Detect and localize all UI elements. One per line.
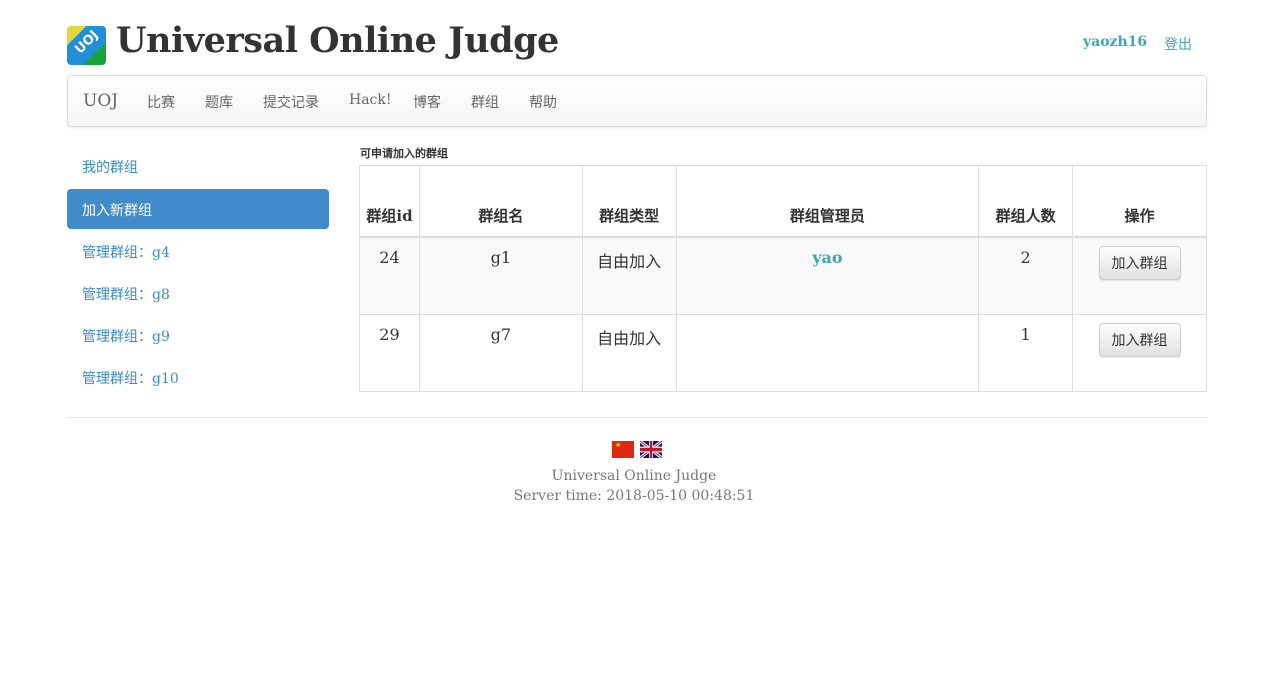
group-type-cell: 自由加入 [581, 236, 677, 315]
table-row: 29 g7 自由加入 1 加入群组 [359, 314, 1207, 392]
column-header-members: 群组人数 [978, 165, 1074, 238]
logout-link[interactable]: 登出 [1164, 34, 1192, 54]
column-header-name: 群组名 [418, 165, 583, 238]
logo-text: UOJ [72, 27, 102, 58]
group-id-cell: 29 [359, 314, 420, 392]
nav-item-problems[interactable]: 题库 [205, 92, 233, 112]
sidebar-item-manage-g4[interactable]: 管理群组：g4 [67, 231, 329, 271]
nav-item-help[interactable]: 帮助 [529, 92, 557, 112]
admin-user-link[interactable]: yao [812, 248, 842, 267]
group-action-cell: 加入群组 [1072, 314, 1207, 392]
join-group-button[interactable]: 加入群组 [1098, 246, 1181, 280]
footer-site-name: Universal Online Judge [551, 468, 717, 484]
nav-item-contests[interactable]: 比赛 [147, 92, 175, 112]
sidebar-item-manage-g8[interactable]: 管理群组：g8 [67, 273, 329, 313]
nav-item-hack[interactable]: Hack! [349, 92, 392, 108]
table-header-row: 群组id 群组名 群组类型 群组管理员 群组人数 操作 [359, 165, 1207, 238]
site-header: UOJ Universal Online Judge yaozh16 登出 [67, 20, 1207, 66]
group-name-cell: g1 [418, 236, 583, 315]
footer-server-time: Server time: 2018-05-10 00:48:51 [513, 488, 755, 504]
sidebar-item-my-groups[interactable]: 我的群组 [67, 146, 329, 186]
group-admin-cell [675, 314, 980, 392]
username-link[interactable]: yaozh16 [1083, 34, 1147, 50]
groups-table: 群组id 群组名 群组类型 群组管理员 群组人数 操作 24 g1 自由加入 y… [359, 165, 1207, 392]
site-title[interactable]: Universal Online Judge [116, 20, 559, 61]
group-type-cell: 自由加入 [581, 314, 677, 392]
navbar-brand[interactable]: UOJ [83, 91, 118, 111]
group-name-cell: g7 [418, 314, 583, 392]
group-members-cell: 1 [978, 314, 1074, 392]
table-row: 24 g1 自由加入 yao 2 加入群组 [359, 236, 1207, 315]
sidebar-item-manage-g9[interactable]: 管理群组：g9 [67, 315, 329, 355]
column-header-id: 群组id [359, 165, 420, 238]
section-title: 可申请加入的群组 [360, 147, 448, 160]
nav-item-blogs[interactable]: 博客 [413, 92, 441, 112]
sidebar-item-join-new-group[interactable]: 加入新群组 [67, 189, 329, 229]
nav-item-groups[interactable]: 群组 [471, 92, 499, 112]
join-group-button[interactable]: 加入群组 [1098, 323, 1181, 357]
group-id-cell: 24 [359, 236, 420, 315]
group-action-cell: 加入群组 [1072, 236, 1207, 315]
nav-item-submissions[interactable]: 提交记录 [263, 92, 319, 112]
column-header-action: 操作 [1072, 165, 1207, 238]
column-header-admin: 群组管理员 [675, 165, 980, 238]
group-members-cell: 2 [978, 236, 1074, 315]
column-header-type: 群组类型 [581, 165, 677, 238]
chinese-flag-icon[interactable]: ★ [612, 441, 634, 458]
sidebar-item-manage-g10[interactable]: 管理群组：g10 [67, 357, 329, 397]
group-admin-cell: yao [675, 236, 980, 315]
main-navbar: UOJ 比赛 题库 提交记录 Hack! 博客 群组 帮助 [67, 75, 1207, 127]
uk-flag-icon[interactable] [640, 441, 662, 458]
footer-divider [67, 417, 1207, 418]
uoj-logo-icon[interactable]: UOJ [67, 26, 106, 65]
